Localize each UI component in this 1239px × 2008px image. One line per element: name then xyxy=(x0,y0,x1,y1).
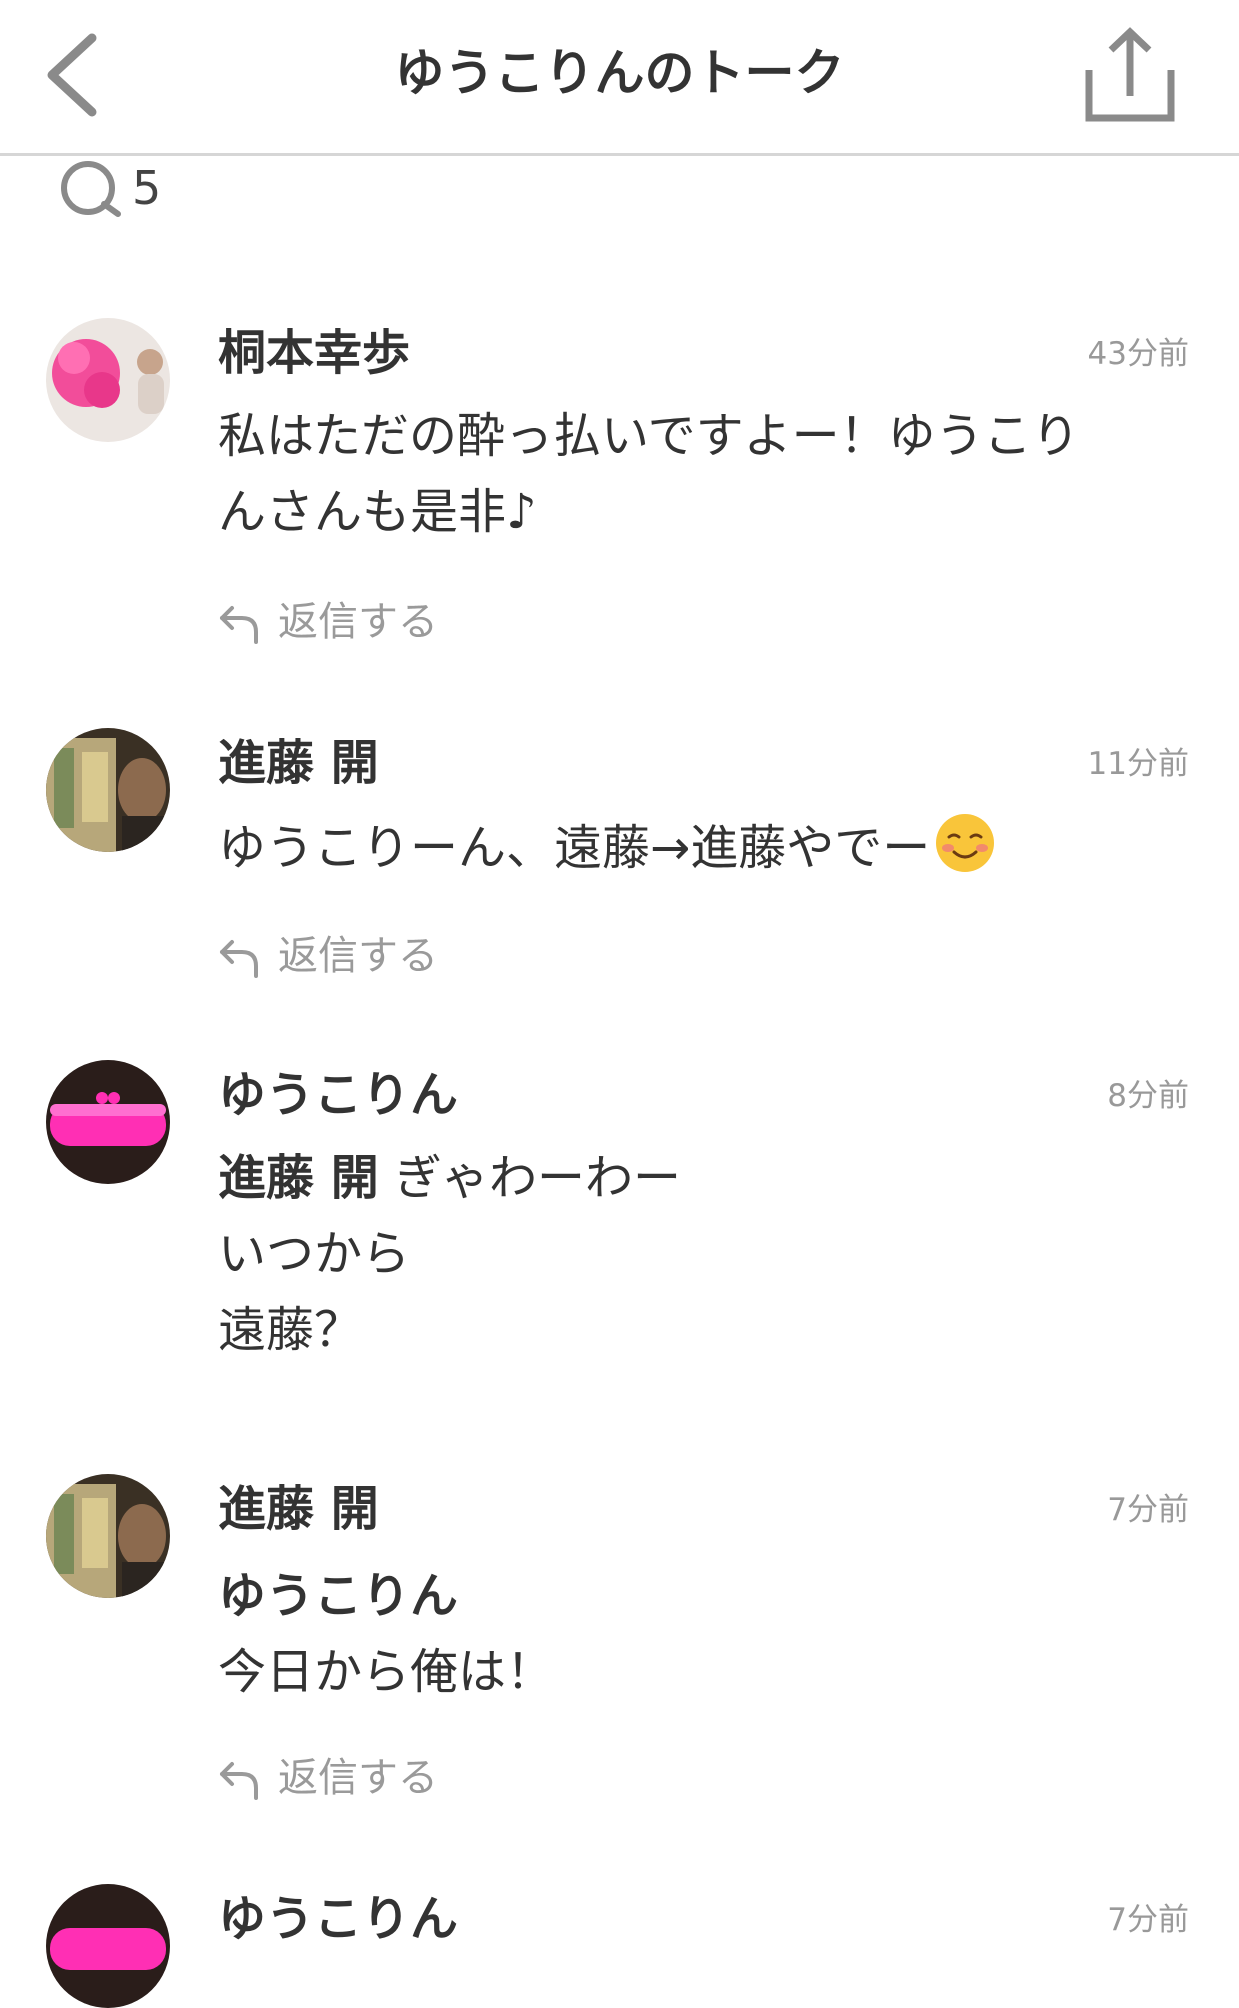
comment-text-line: ゆうこりーん、遠藤→進藤やでー xyxy=(218,820,931,876)
comment-text: ゆうこりーん、遠藤→進藤やでー xyxy=(218,810,1198,886)
share-button[interactable] xyxy=(1085,26,1175,126)
comment-time: 8分前 xyxy=(1107,1078,1189,1114)
comment-text-line: 今日から俺は！ xyxy=(218,1644,555,1700)
page-title: ゆうこりんのトーク xyxy=(394,44,845,102)
reply-button[interactable]: 返信する xyxy=(218,1748,438,1808)
avatar[interactable] xyxy=(46,318,170,442)
top-bar: ゆうこりんのトーク xyxy=(0,0,1239,156)
comment-time: 7分前 xyxy=(1107,1902,1189,1938)
avatar[interactable] xyxy=(46,1884,170,2008)
comment-text-line: いつから xyxy=(218,1226,411,1282)
avatar[interactable] xyxy=(46,1474,170,1598)
comment-time: 7分前 xyxy=(1107,1492,1189,1528)
commenter-name[interactable]: 桐本幸歩 xyxy=(218,318,410,388)
reply-label: 返信する xyxy=(278,933,438,979)
comment-text-line: 遠藤？ xyxy=(218,1302,363,1358)
commenter-name[interactable]: 進藤 開 xyxy=(218,1474,379,1544)
comment-count-value: 5 xyxy=(132,161,162,215)
avatar[interactable] xyxy=(46,728,170,852)
avatar-image xyxy=(46,1060,170,1184)
comment-count: 5 xyxy=(58,158,161,218)
avatar-image xyxy=(46,728,170,852)
avatar-image xyxy=(46,318,170,442)
share-icon xyxy=(1085,27,1175,122)
smiling-face-icon xyxy=(934,812,996,874)
comment-text-line: 私はただの酔っ払いですよー！ゆうこり xyxy=(218,408,1080,464)
comment-time: 43分前 xyxy=(1087,336,1189,372)
commenter-name[interactable]: ゆうこりん xyxy=(218,1060,458,1130)
comment-time: 11分前 xyxy=(1087,746,1189,782)
comment-bubble-icon xyxy=(61,161,121,217)
reply-icon xyxy=(220,1762,258,1800)
avatar-image xyxy=(46,1474,170,1598)
commenter-name[interactable]: 進藤 開 xyxy=(218,728,379,798)
mention-link[interactable]: 進藤 開 xyxy=(218,1150,379,1206)
avatar-image xyxy=(46,1884,170,2008)
comment-text: ゆうこりん 今日から俺は！ xyxy=(218,1558,1198,1710)
mention-link[interactable]: ゆうこりん xyxy=(218,1558,1198,1634)
reply-icon xyxy=(220,606,258,644)
reply-label: 返信する xyxy=(278,1755,438,1801)
reply-icon xyxy=(220,940,258,978)
comment-text-line: ぎゃわーわー xyxy=(378,1150,682,1206)
reply-button[interactable]: 返信する xyxy=(218,592,438,652)
comment-text: 進藤 開 ぎゃわーわー いつから 遠藤？ xyxy=(218,1140,1198,1368)
reply-label: 返信する xyxy=(278,599,438,645)
reply-button[interactable]: 返信する xyxy=(218,926,438,986)
commenter-name[interactable]: ゆうこりん xyxy=(218,1884,458,1954)
avatar[interactable] xyxy=(46,1060,170,1184)
comment-text: 私はただの酔っ払いですよー！ゆうこり んさんも是非♪ xyxy=(218,398,1198,550)
comment-text-line: んさんも是非♪ xyxy=(218,484,537,540)
